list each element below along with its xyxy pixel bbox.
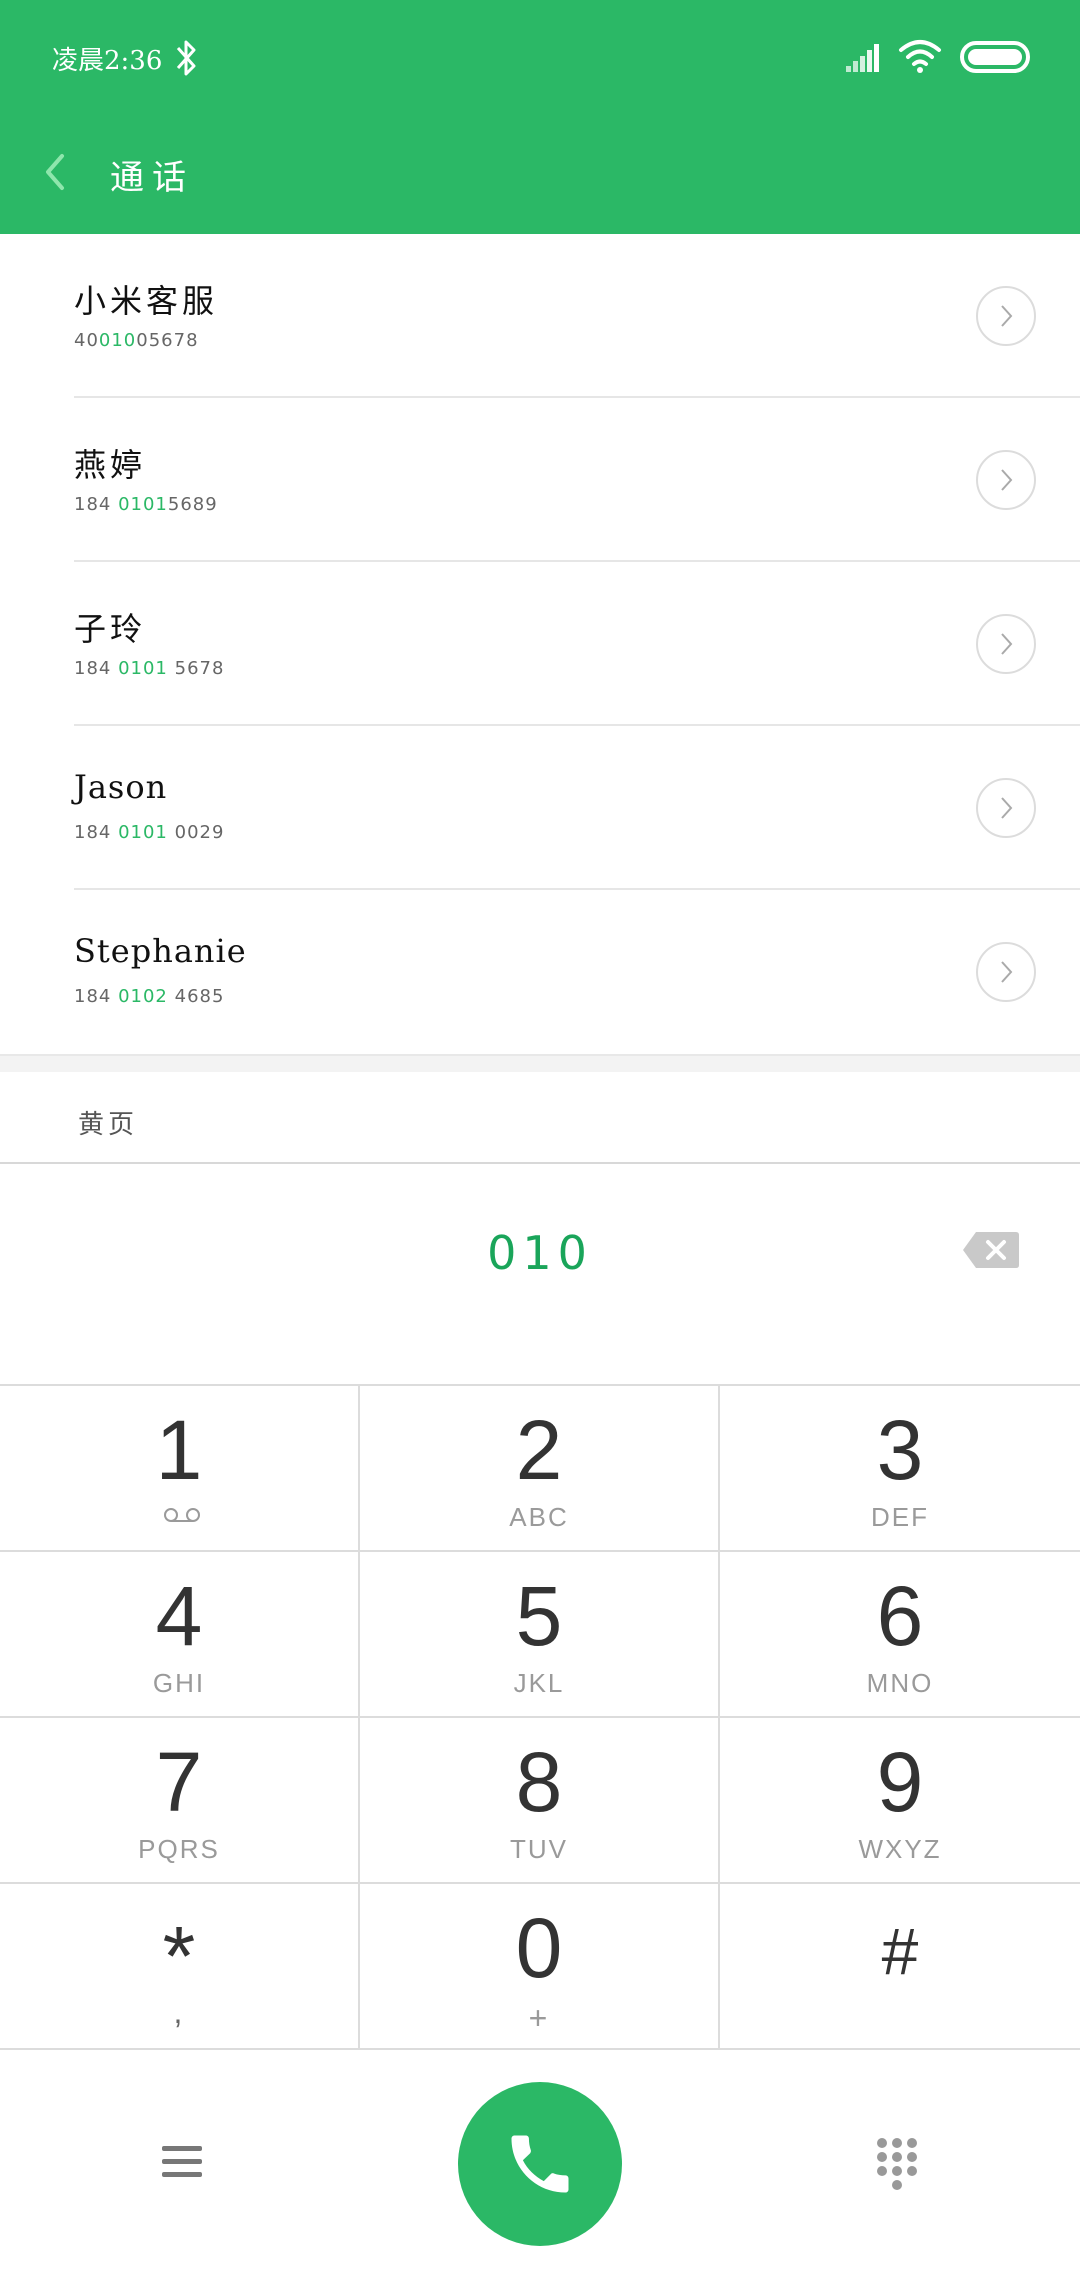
contact-number: 184 0101 5678 <box>74 658 225 679</box>
chevron-right-icon <box>1001 469 1013 491</box>
key-6[interactable]: 6 MNO <box>720 1552 1080 1718</box>
key-8[interactable]: 8 TUV <box>360 1718 720 1884</box>
contact-number: 4001005678 <box>74 330 199 351</box>
key-letters: JKL <box>513 1668 565 1698</box>
chevron-right-icon <box>1001 633 1013 655</box>
dialed-number: 010 <box>487 1226 593 1280</box>
contact-row[interactable]: 子玲 184 0101 5678 <box>0 562 1080 726</box>
contact-row[interactable]: Stephanie 184 0102 4685 <box>0 890 1080 1054</box>
bottom-action-bar <box>0 2048 1080 2280</box>
key-digit: 2 <box>515 1403 563 1497</box>
key-5[interactable]: 5 JKL <box>360 1552 720 1718</box>
key-letters: MNO <box>866 1668 934 1698</box>
contact-detail-button[interactable] <box>976 942 1036 1002</box>
page-title: 通话 <box>110 158 194 198</box>
chevron-right-icon <box>1001 305 1013 327</box>
key-digit: 1 <box>155 1403 203 1497</box>
key-letters: PQRS <box>138 1834 220 1864</box>
key-hash[interactable]: # <box>720 1884 1080 2050</box>
wifi-icon <box>899 40 941 73</box>
contact-name: Stephanie <box>74 932 247 970</box>
key-letters: GHI <box>152 1668 206 1698</box>
key-7[interactable]: 7 PQRS <box>0 1718 360 1884</box>
menu-icon[interactable] <box>160 2142 204 2182</box>
key-digit: 4 <box>155 1569 203 1663</box>
dialed-number-display: 010 <box>0 1164 1080 1384</box>
yellow-pages-label: 黄页 <box>78 1110 139 1140</box>
contact-detail-button[interactable] <box>976 286 1036 346</box>
key-letters: + <box>528 2000 550 2036</box>
app-header: 凌晨2:36 通话 <box>0 0 1080 234</box>
key-letters: WXYZ <box>858 1834 942 1864</box>
key-0[interactable]: 0 + <box>360 1884 720 2050</box>
key-letters: ABC <box>509 1502 569 1532</box>
key-4[interactable]: 4 GHI <box>0 1552 360 1718</box>
yellow-pages-row[interactable]: 黄页 <box>0 1072 1080 1164</box>
backspace-icon[interactable] <box>962 1230 1020 1270</box>
contact-row[interactable]: 小米客服 4001005678 <box>0 234 1080 398</box>
bluetooth-icon <box>176 40 196 76</box>
contact-number: 184 0102 4685 <box>74 986 225 1007</box>
section-separator <box>0 1054 1080 1072</box>
key-1[interactable]: 1 <box>0 1386 360 1552</box>
contact-row[interactable]: 燕婷 184 01015689 <box>0 398 1080 562</box>
key-letters: DEF <box>871 1502 929 1532</box>
key-9[interactable]: 9 WXYZ <box>720 1718 1080 1884</box>
contact-name: 子玲 <box>74 610 147 648</box>
call-button[interactable] <box>458 2082 622 2246</box>
signal-icon <box>846 44 879 72</box>
status-time: 凌晨2:36 <box>52 46 163 76</box>
contact-results-list: 小米客服 4001005678 燕婷 184 01015689 子玲 184 0… <box>0 234 1080 1054</box>
key-letters: , <box>173 1994 185 2030</box>
contact-number: 184 01015689 <box>74 494 218 515</box>
contact-number: 184 0101 0029 <box>74 822 225 843</box>
contact-name: Jason <box>74 768 168 806</box>
key-star[interactable]: * , <box>0 1884 360 2050</box>
key-digit: # <box>881 1914 919 1988</box>
chevron-right-icon <box>1001 961 1013 983</box>
voicemail-icon <box>164 1508 200 1522</box>
key-digit: 3 <box>876 1403 924 1497</box>
key-digit: 9 <box>876 1735 924 1829</box>
key-digit: 0 <box>515 1901 563 1995</box>
key-3[interactable]: 3 DEF <box>720 1386 1080 1552</box>
key-digit: 8 <box>515 1735 563 1829</box>
contact-row[interactable]: Jason 184 0101 0029 <box>0 726 1080 890</box>
phone-icon <box>511 2135 569 2193</box>
dialpad-icon[interactable] <box>874 2136 920 2192</box>
key-digit: 6 <box>876 1569 924 1663</box>
key-digit: * <box>162 1909 196 2003</box>
contact-name: 燕婷 <box>74 446 147 484</box>
back-arrow-icon[interactable] <box>40 150 70 194</box>
key-digit: 7 <box>155 1735 203 1829</box>
key-2[interactable]: 2 ABC <box>360 1386 720 1552</box>
contact-detail-button[interactable] <box>976 614 1036 674</box>
contact-detail-button[interactable] <box>976 778 1036 838</box>
battery-icon <box>960 41 1030 73</box>
key-digit: 5 <box>515 1569 563 1663</box>
dial-keypad: 1 2 ABC 3 DEF 4 GHI 5 JKL 6 MNO 7 PQRS 8… <box>0 1384 1080 2050</box>
chevron-right-icon <box>1001 797 1013 819</box>
key-letters: TUV <box>510 1834 568 1864</box>
contact-detail-button[interactable] <box>976 450 1036 510</box>
contact-name: 小米客服 <box>74 282 219 320</box>
